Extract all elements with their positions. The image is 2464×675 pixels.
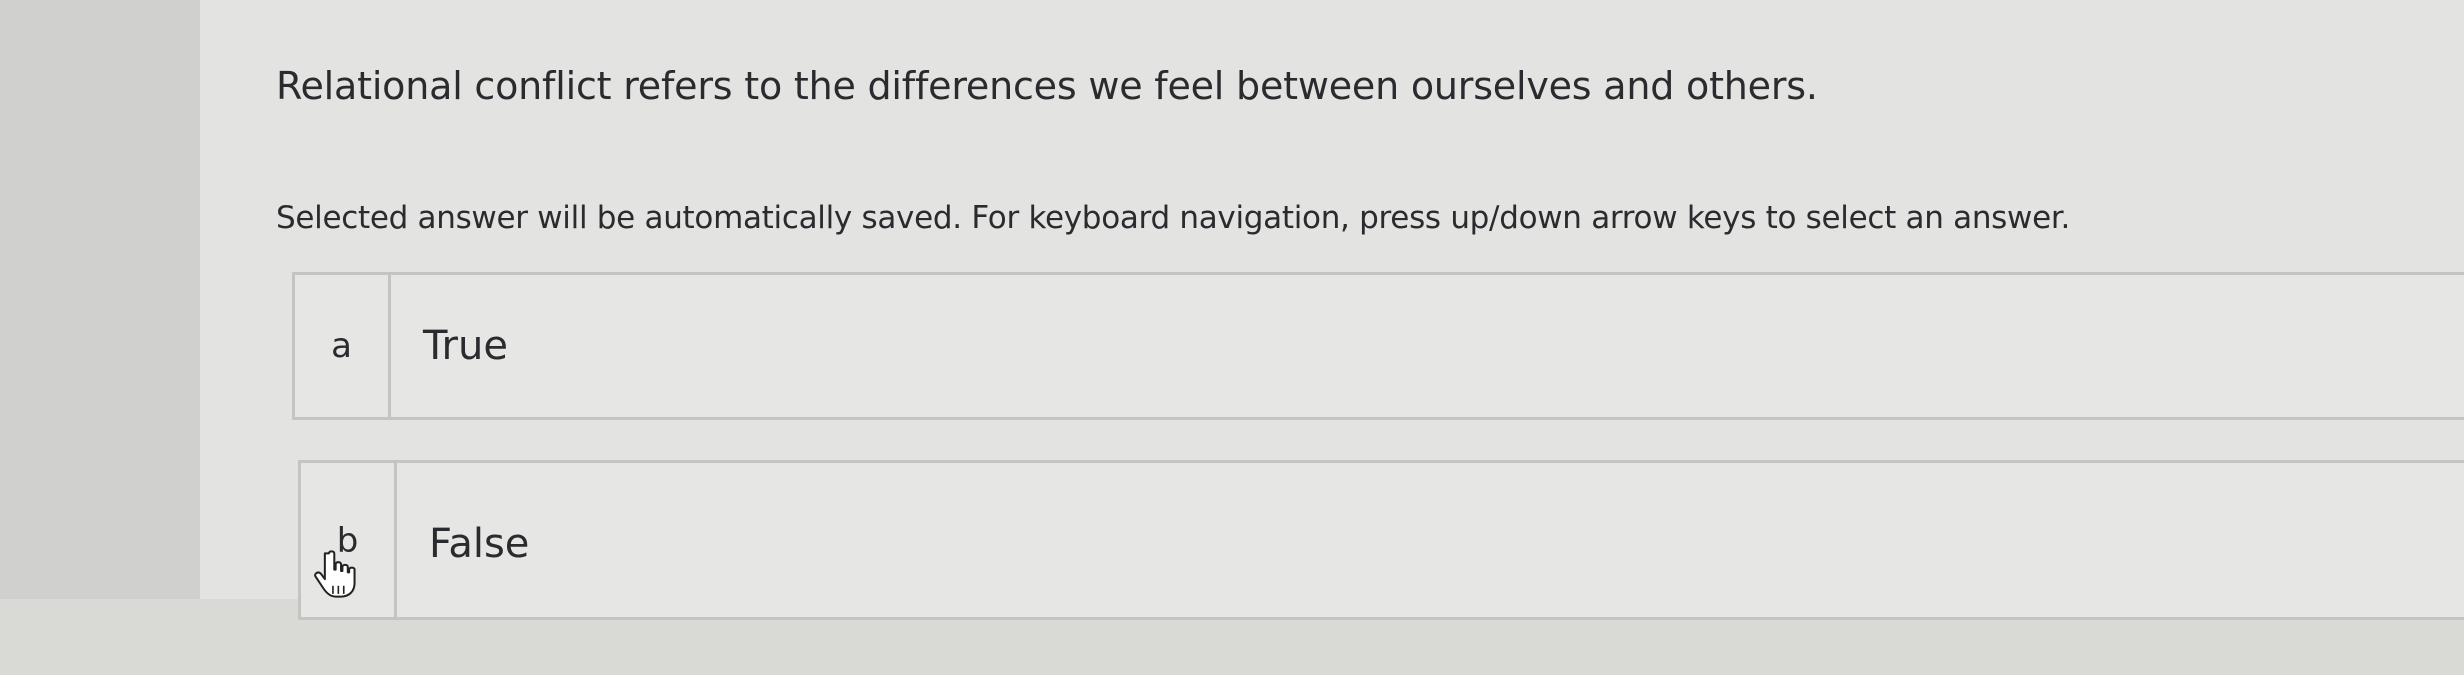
answer-instructions: Selected answer will be automatically sa… <box>276 200 2071 236</box>
page: Relational conflict refers to the differ… <box>0 0 2464 620</box>
option-label: False <box>429 521 530 567</box>
answer-option-true[interactable]: a True <box>292 272 2464 420</box>
option-label: True <box>423 323 508 369</box>
option-letter: a <box>295 275 391 417</box>
hand-pointer-icon <box>314 550 356 598</box>
left-margin <box>0 0 202 599</box>
answer-option-false[interactable]: b False <box>298 460 2464 620</box>
question-text: Relational conflict refers to the differ… <box>276 64 1818 108</box>
